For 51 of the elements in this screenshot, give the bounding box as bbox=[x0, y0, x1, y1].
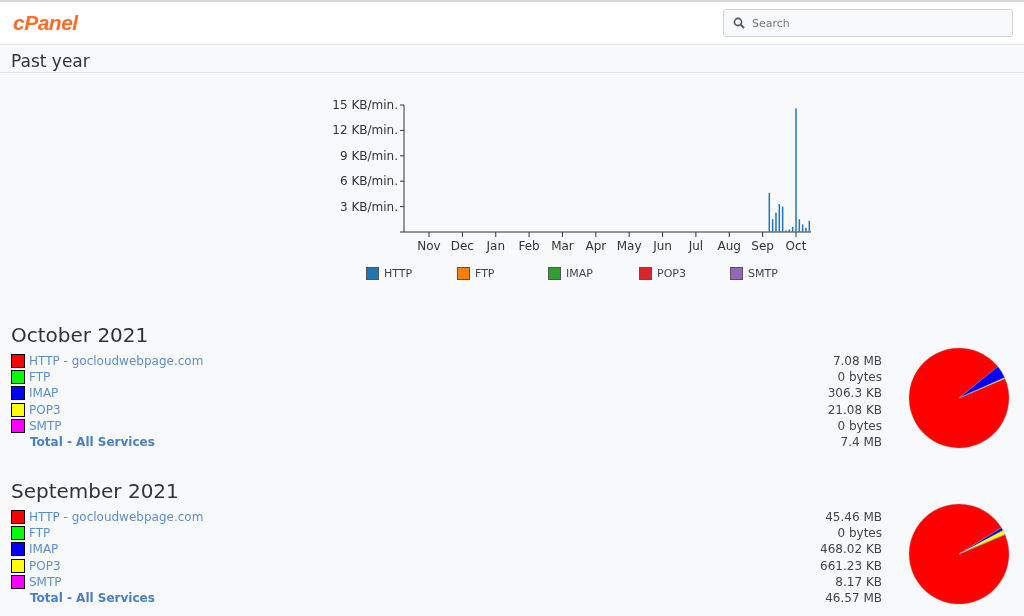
legend-label: IMAP bbox=[566, 267, 593, 280]
usage-value: 0 bytes bbox=[836, 525, 882, 542]
service-link[interactable]: FTP bbox=[29, 525, 51, 542]
total-value: 7.4 MB bbox=[839, 433, 882, 451]
service-link[interactable]: IMAP bbox=[29, 541, 59, 558]
axis-label: Apr bbox=[585, 239, 607, 253]
axis-label: Jul bbox=[688, 239, 704, 253]
legend-label: HTTP bbox=[384, 267, 413, 280]
usage-value: 661.23 KB bbox=[820, 557, 882, 574]
axis-label: Dec bbox=[450, 239, 474, 253]
usage-value: 8.17 KB bbox=[834, 573, 882, 590]
service-link[interactable]: HTTP - gocloudwebpage.com bbox=[29, 509, 204, 526]
legend-label: POP3 bbox=[657, 267, 686, 280]
axis-label: Aug bbox=[717, 239, 741, 253]
axis-label: Jun bbox=[653, 239, 672, 253]
month-title: October 2021 bbox=[11, 323, 150, 347]
service-link[interactable]: POP3 bbox=[29, 557, 61, 574]
axis-label: Oct bbox=[785, 239, 807, 253]
service-link[interactable]: HTTP - gocloudwebpage.com bbox=[29, 353, 204, 370]
usage-value: 468.02 KB bbox=[820, 541, 882, 558]
axis-label: May bbox=[616, 239, 642, 253]
legend-label: FTP bbox=[475, 267, 495, 280]
month-title: September 2021 bbox=[11, 479, 180, 503]
service-link[interactable]: POP3 bbox=[29, 401, 61, 418]
axis-label: 9 KB/min. bbox=[339, 148, 398, 163]
search-field[interactable]: Search bbox=[723, 9, 1013, 37]
axis-label: 15 KB/min. bbox=[332, 98, 398, 112]
axis-label: 12 KB/min. bbox=[332, 123, 398, 138]
axis-label: 6 KB/min. bbox=[339, 174, 398, 189]
usage-value: 45.46 MB bbox=[824, 509, 882, 526]
logo[interactable]: cPanel bbox=[13, 11, 78, 35]
axis-label: Jan bbox=[486, 239, 505, 253]
total-value: 46.57 MB bbox=[824, 589, 882, 607]
service-link[interactable]: SMTP bbox=[29, 417, 62, 434]
legend-label: SMTP bbox=[748, 267, 778, 280]
usage-value: 0 bytes bbox=[836, 369, 882, 386]
service-link[interactable]: FTP bbox=[29, 369, 51, 386]
usage-value: 7.08 MB bbox=[831, 353, 882, 370]
service-link[interactable]: SMTP bbox=[29, 573, 62, 590]
usage-value: 306.3 KB bbox=[827, 385, 882, 402]
axis-label: Mar bbox=[551, 239, 574, 253]
axis-label: 3 KB/min. bbox=[339, 199, 398, 214]
axis-label: Sep bbox=[751, 239, 774, 253]
total-link[interactable]: Total - All Services bbox=[30, 590, 155, 607]
usage-value: 21.08 KB bbox=[827, 401, 882, 418]
axis-label: Nov bbox=[417, 239, 441, 253]
axis-label: Feb bbox=[518, 239, 540, 253]
section-title: Past year bbox=[11, 50, 90, 72]
usage-value: 0 bytes bbox=[836, 417, 882, 434]
total-link[interactable]: Total - All Services bbox=[30, 434, 155, 451]
service-link[interactable]: IMAP bbox=[29, 385, 59, 402]
